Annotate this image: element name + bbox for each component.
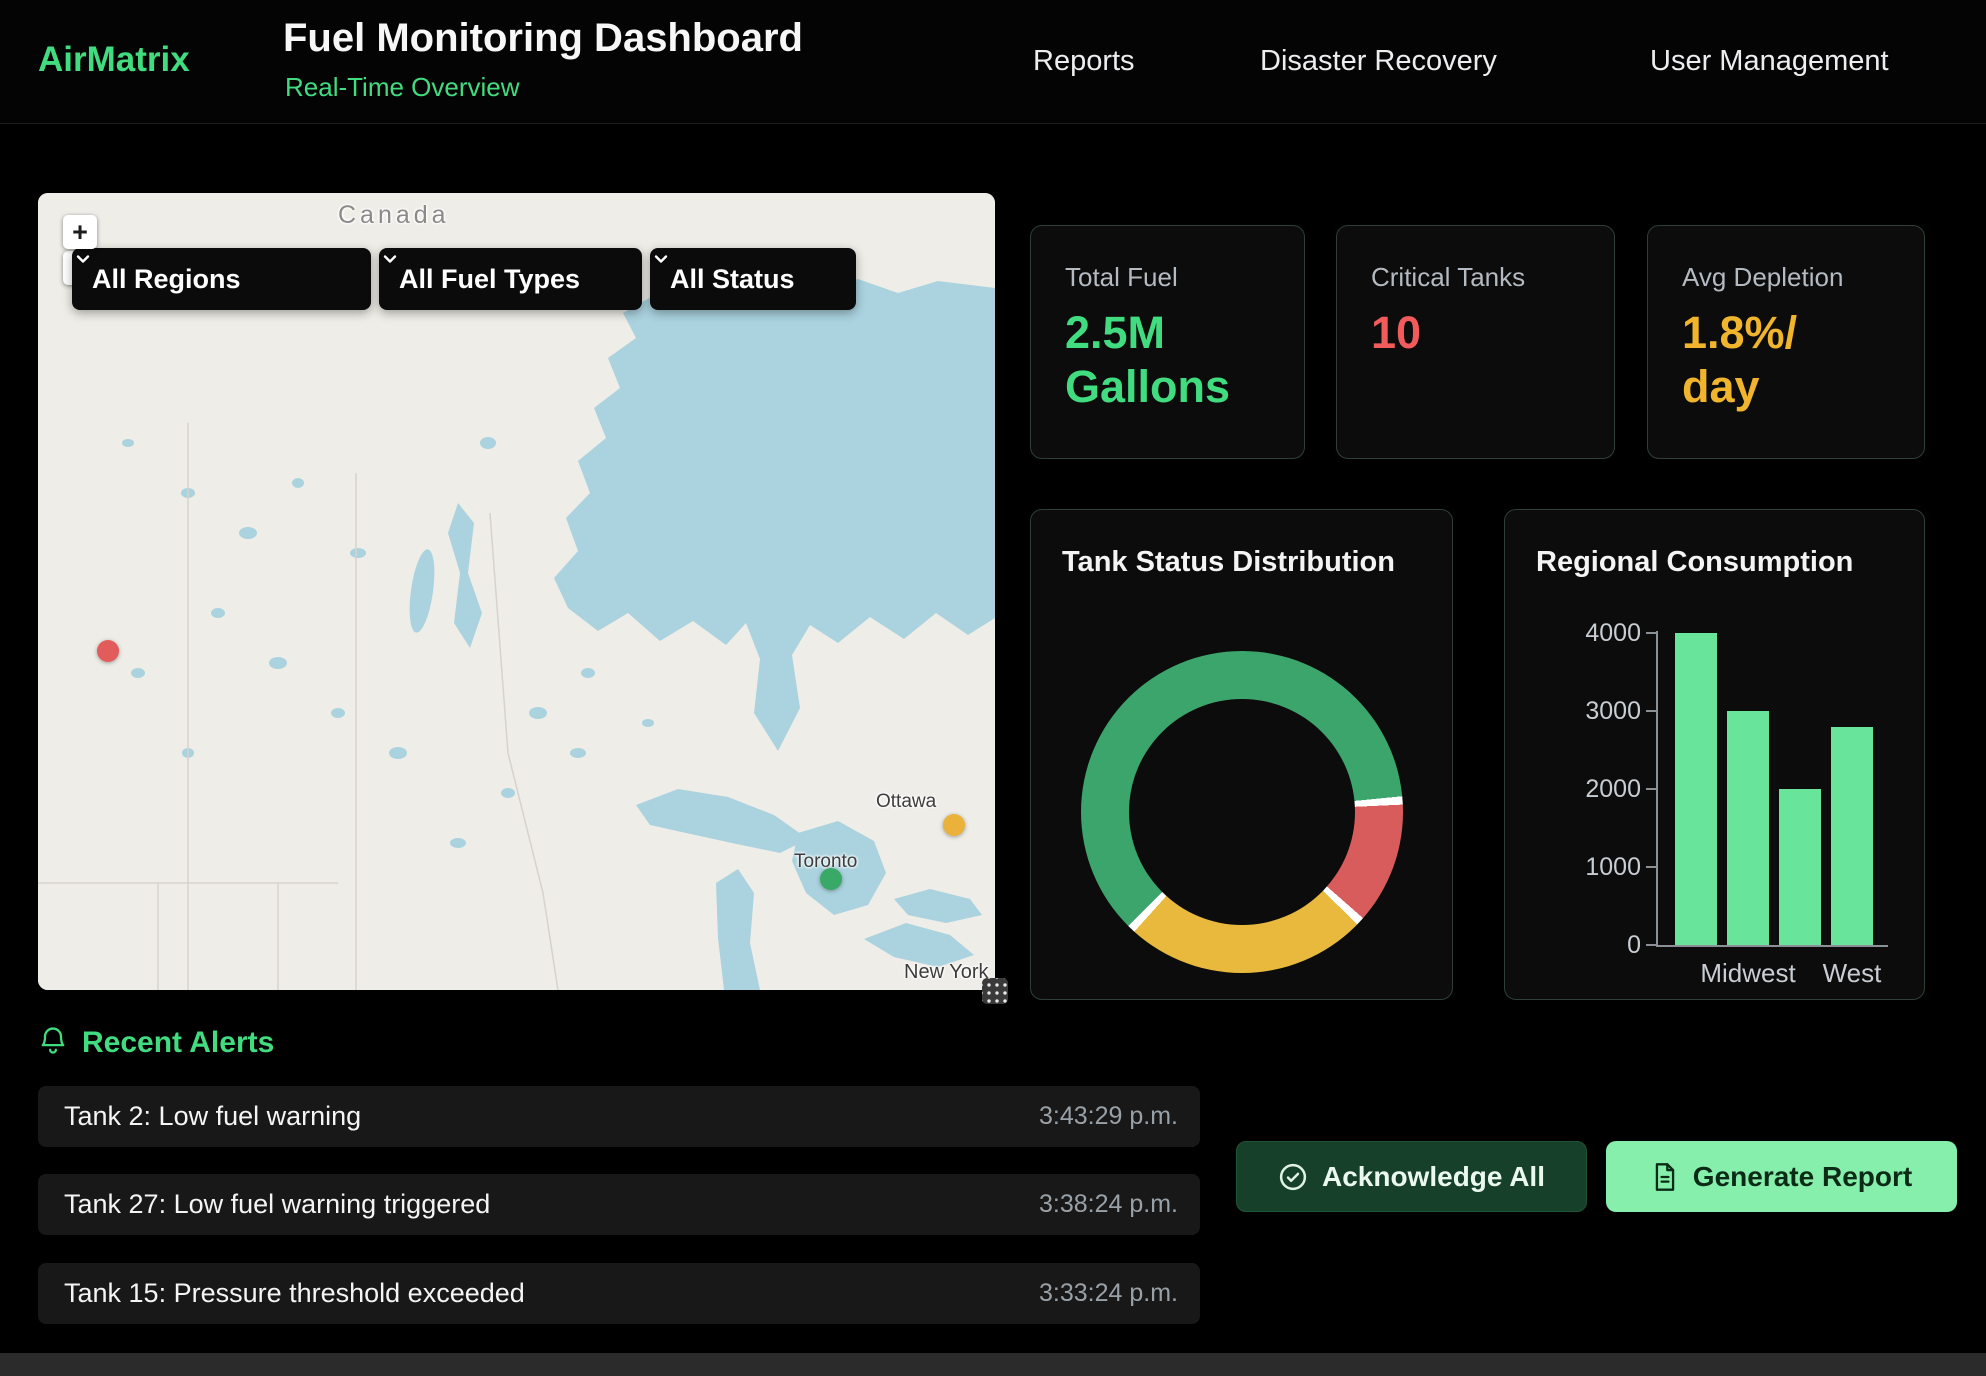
tank-status-distribution-card: Tank Status Distribution [1030, 509, 1453, 1000]
alert-text: Tank 2: Low fuel warning [64, 1086, 361, 1147]
bar-midwest [1727, 711, 1769, 945]
stat-value: 1.8%/ day [1682, 306, 1797, 414]
alert-text: Tank 27: Low fuel warning triggered [64, 1174, 490, 1235]
regional-consumption-bar-chart [1675, 633, 1873, 945]
stat-value: 10 [1371, 306, 1421, 360]
chart-title: Tank Status Distribution [1062, 546, 1395, 579]
y-tick-label: 2000 [1541, 775, 1641, 803]
nav-user-management[interactable]: User Management [1650, 45, 1889, 78]
status-filter-dropdown[interactable]: All Status [650, 248, 856, 310]
stat-value: 2.5M Gallons [1065, 306, 1230, 414]
status-filter-label: All Status [670, 264, 795, 295]
chevron-down-icon [379, 248, 401, 270]
y-tick-mark [1646, 788, 1656, 790]
regional-consumption-card: Regional Consumption 01000200030004000Mi… [1504, 509, 1925, 1000]
tank-marker-critical[interactable] [97, 640, 119, 662]
alert-row[interactable]: Tank 15: Pressure threshold exceeded 3:3… [38, 1263, 1200, 1324]
stat-value-line2: Gallons [1065, 360, 1230, 414]
chevron-down-icon [650, 248, 672, 270]
y-tick-mark [1646, 632, 1656, 634]
stat-card-avg-depletion: Avg Depletion 1.8%/ day [1647, 225, 1925, 459]
bar-south [1779, 789, 1821, 945]
bottom-partial-row [0, 1353, 1986, 1376]
y-tick-label: 1000 [1541, 853, 1641, 881]
brand-logo[interactable]: AirMatrix [38, 40, 190, 80]
stat-label: Total Fuel [1065, 262, 1178, 293]
alert-text: Tank 15: Pressure threshold exceeded [64, 1263, 525, 1324]
alert-time: 3:33:24 p.m. [1039, 1263, 1178, 1324]
nav-reports[interactable]: Reports [1033, 45, 1135, 78]
bar-chart-y-axis [1656, 631, 1658, 947]
page-subtitle: Real-Time Overview [285, 72, 520, 103]
nav-disaster-recovery[interactable]: Disaster Recovery [1260, 45, 1497, 78]
alert-time: 3:43:29 p.m. [1039, 1086, 1178, 1147]
stat-label: Avg Depletion [1682, 262, 1843, 293]
alert-row[interactable]: Tank 2: Low fuel warning 3:43:29 p.m. [38, 1086, 1200, 1147]
fuel-monitoring-dashboard: AirMatrix Fuel Monitoring Dashboard Real… [0, 0, 1986, 1376]
document-icon [1651, 1162, 1679, 1192]
check-circle-icon [1278, 1162, 1308, 1192]
map-label-ottawa: Ottawa [876, 791, 936, 813]
y-tick-label: 0 [1541, 931, 1641, 959]
alert-row[interactable]: Tank 27: Low fuel warning triggered 3:38… [38, 1174, 1200, 1235]
stat-card-total-fuel: Total Fuel 2.5M Gallons [1030, 225, 1305, 459]
y-tick-label: 4000 [1541, 619, 1641, 647]
stat-value-line1: 1.8%/ [1682, 306, 1797, 360]
fuel-type-filter-dropdown[interactable]: All Fuel Types [379, 248, 642, 310]
tank-marker-warning[interactable] [943, 814, 965, 836]
y-tick-mark [1646, 944, 1656, 946]
chart-title: Regional Consumption [1536, 546, 1853, 579]
region-filter-dropdown[interactable]: All Regions [72, 248, 371, 310]
alert-time: 3:38:24 p.m. [1039, 1174, 1178, 1235]
bell-icon [38, 1024, 68, 1056]
x-tick-label: West [1782, 958, 1922, 989]
zoom-in-button[interactable]: + [63, 215, 97, 249]
y-tick-label: 3000 [1541, 697, 1641, 725]
chevron-down-icon [72, 248, 94, 270]
acknowledge-all-label: Acknowledge All [1322, 1161, 1545, 1193]
bar-northeast [1675, 633, 1717, 945]
map-label-new-york: New York [904, 961, 989, 984]
stat-label: Critical Tanks [1371, 262, 1525, 293]
tank-marker-normal[interactable] [820, 868, 842, 890]
bar-chart-x-axis [1656, 945, 1888, 947]
tank-status-donut-chart [1081, 651, 1403, 973]
stat-card-critical-tanks: Critical Tanks 10 [1336, 225, 1615, 459]
region-filter-label: All Regions [92, 264, 241, 295]
recent-alerts-title: Recent Alerts [82, 1026, 274, 1060]
bar-west [1831, 727, 1873, 945]
stat-value-line1: 2.5M [1065, 306, 1230, 360]
acknowledge-all-button[interactable]: Acknowledge All [1236, 1141, 1587, 1212]
page-title: Fuel Monitoring Dashboard [283, 16, 803, 61]
y-tick-mark [1646, 866, 1656, 868]
stat-value-line1: 10 [1371, 306, 1421, 360]
y-tick-mark [1646, 710, 1656, 712]
stat-value-line2: day [1682, 360, 1797, 414]
generate-report-label: Generate Report [1693, 1161, 1912, 1193]
app-header: AirMatrix Fuel Monitoring Dashboard Real… [0, 0, 1986, 124]
map-resize-handle[interactable] [982, 978, 1008, 1004]
generate-report-button[interactable]: Generate Report [1606, 1141, 1957, 1212]
fuel-type-filter-label: All Fuel Types [399, 264, 580, 295]
map-panel[interactable]: + − All Regions All Fuel Types All Statu… [38, 193, 995, 990]
map-label-canada: Canada [338, 201, 450, 230]
